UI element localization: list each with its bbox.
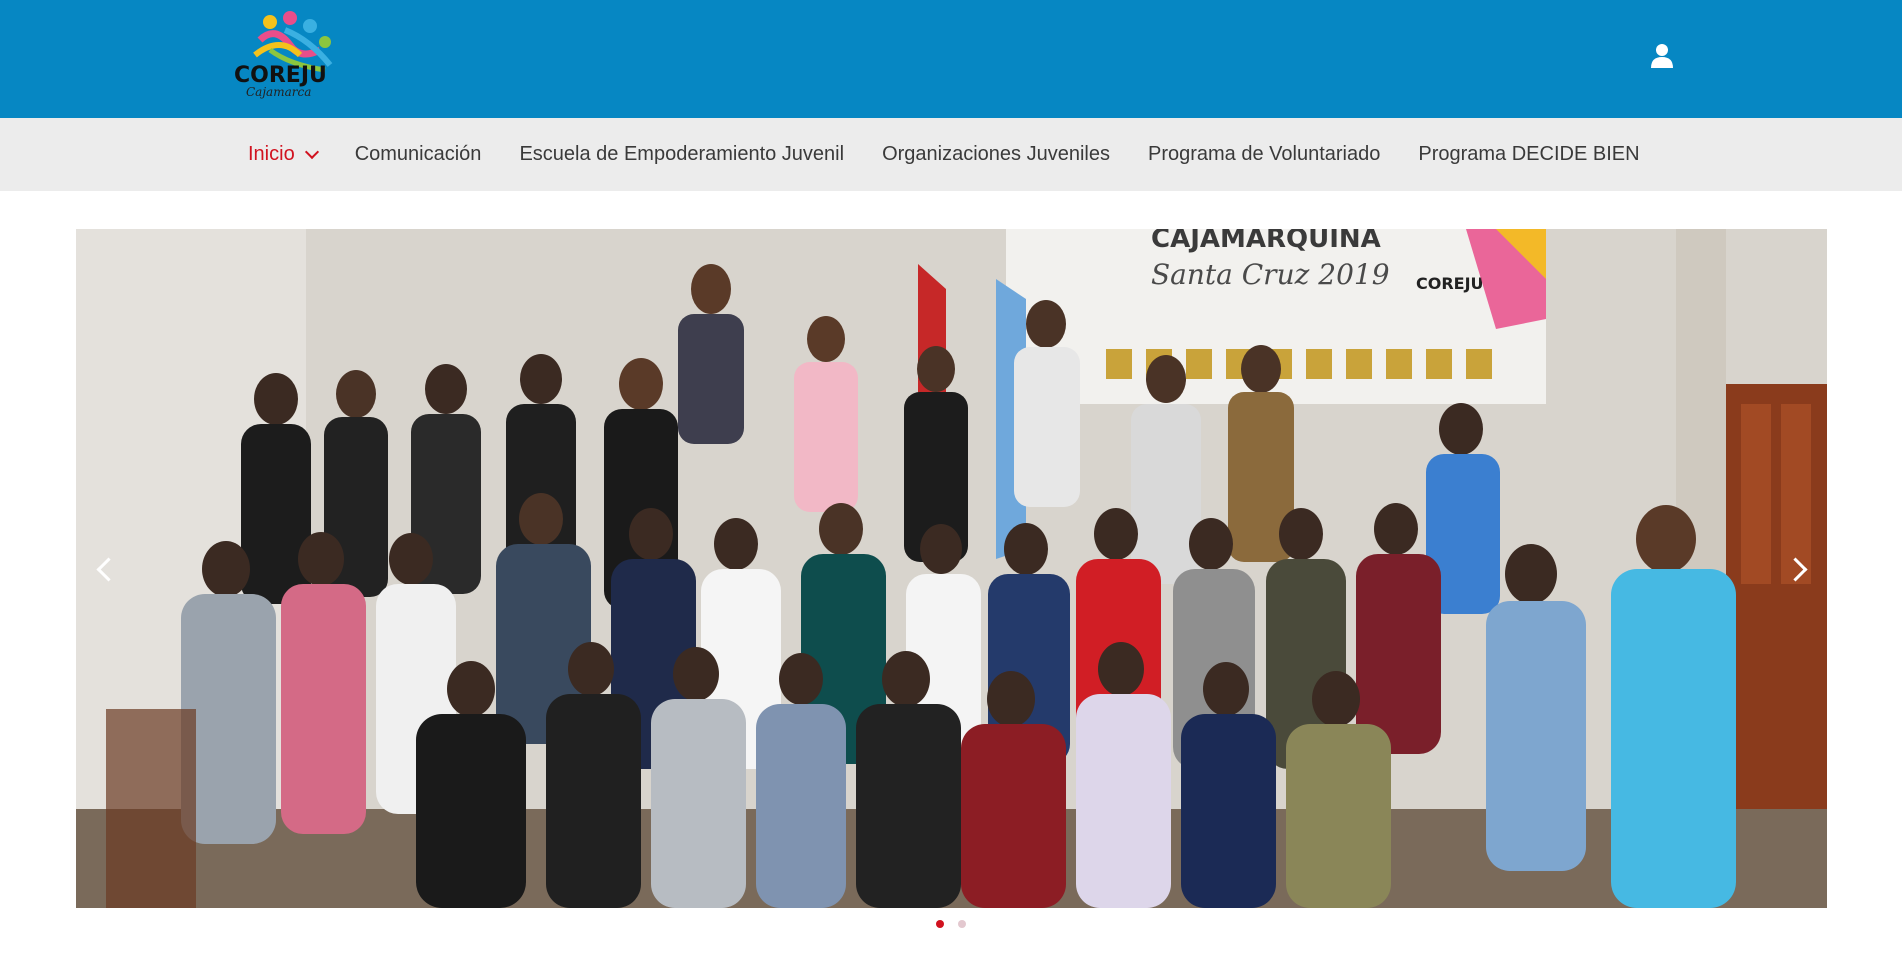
nav-item-label: Comunicación [354,143,482,165]
coreju-logo-icon: COREJU Cajamarca [234,11,333,99]
user-icon [1651,44,1673,68]
svg-text:CAJAMARQUINA: CAJAMARQUINA [1151,229,1381,254]
nav-item-label: Escuela de Empoderamiento Juvenil [519,143,845,165]
site-header: COREJU Cajamarca [0,0,1902,118]
nav-item-escuela-empoderamiento[interactable]: Escuela de Empoderamiento Juvenil [519,143,844,166]
nav-menu: Inicio Comunicación Escuela de Empoderam… [248,118,1678,191]
slider-next-button[interactable] [1785,549,1815,589]
main-navigation: Inicio Comunicación Escuela de Empoderam… [0,118,1902,191]
svg-text:Santa Cruz 2019: Santa Cruz 2019 [1151,258,1390,291]
hero-slider: CAJAMARQUINA Santa Cruz 2019 COREJU [76,229,1827,908]
slider-dot-1[interactable] [936,920,944,928]
nav-item-label: Organizaciones Juveniles [882,143,1110,165]
nav-item-voluntariado[interactable]: Programa de Voluntariado [1148,143,1380,166]
svg-text:COREJU: COREJU [1416,274,1484,293]
nav-item-comunicacion[interactable]: Comunicación [355,143,482,166]
slider-prev-button[interactable] [88,549,118,589]
nav-item-label: Programa de Voluntariado [1147,143,1381,165]
site-logo[interactable]: COREJU Cajamarca [230,10,346,102]
slider-dot-2[interactable] [958,920,966,928]
nav-item-decide-bien[interactable]: Programa DECIDE BIEN [1418,143,1639,166]
nav-item-organizaciones-juveniles[interactable]: Organizaciones Juveniles [882,143,1110,166]
svg-text:Cajamarca: Cajamarca [246,85,311,99]
nav-item-label: Inicio [248,143,295,165]
slider-pagination [936,920,966,928]
user-account-button[interactable] [1648,42,1676,70]
chevron-down-icon [304,144,319,159]
nav-item-label: Programa DECIDE BIEN [1418,143,1640,165]
slide-image: CAJAMARQUINA Santa Cruz 2019 COREJU [76,229,1827,908]
nav-item-inicio[interactable]: Inicio [248,143,319,166]
